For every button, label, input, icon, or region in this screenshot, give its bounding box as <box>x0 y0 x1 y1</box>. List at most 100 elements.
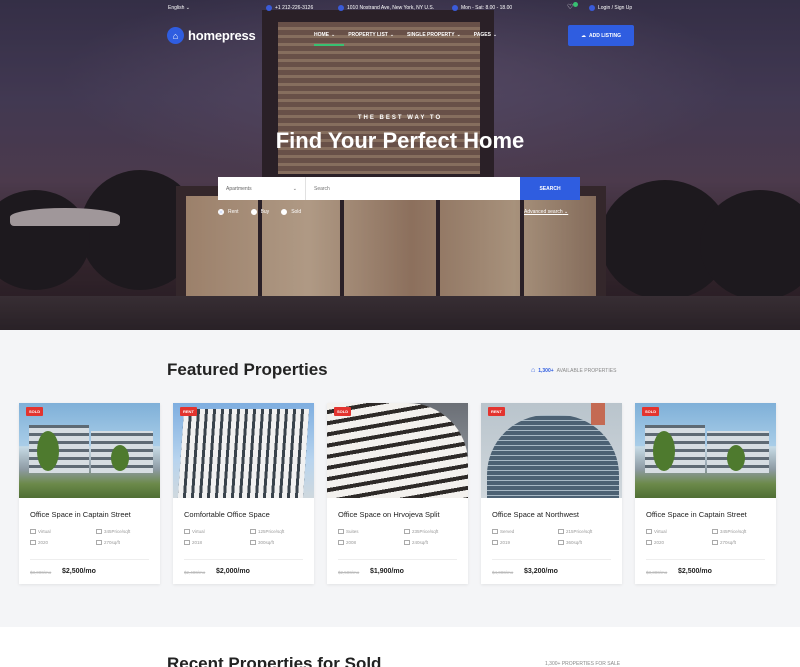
nav-label: HOME <box>314 32 329 38</box>
nav-pages[interactable]: PAGES ⌄ <box>474 32 497 38</box>
calendar-icon <box>646 540 652 545</box>
tag-icon <box>96 529 102 534</box>
logo[interactable]: ⌂ homepress <box>167 27 256 44</box>
property-card[interactable]: SOLD Office Space in Captain Street Virt… <box>19 403 160 584</box>
phone-info: +1 212-226-3126 <box>266 5 313 11</box>
radio-sold[interactable]: Sold <box>281 209 301 215</box>
meta-value: Served <box>500 529 515 534</box>
phone-icon <box>266 5 272 11</box>
radio-label: Sold <box>291 209 302 215</box>
radio-circle <box>218 209 224 215</box>
meta-value: 215Price/sqft <box>566 529 593 534</box>
meta-value: 360sq/ft <box>566 540 583 545</box>
card-title[interactable]: Office Space in Captain Street <box>30 510 131 519</box>
area-icon <box>96 540 102 545</box>
card-title[interactable]: Office Space on Hrvojeva Split <box>338 510 440 519</box>
current-price: $1,900/mo <box>370 568 404 575</box>
meta-value: 2008 <box>346 540 357 545</box>
nav-property-list[interactable]: PROPERTY LIST ⌄ <box>348 32 394 38</box>
meta-area: 270sq/ft <box>712 540 736 545</box>
address-info: 1010 Nostrand Ave, New York, NY U.S. <box>338 5 434 11</box>
meta-type: Virtual <box>646 529 667 534</box>
meta-value: 2018 <box>192 540 203 545</box>
search-input[interactable] <box>306 177 520 200</box>
phone-text: +1 212-226-3126 <box>275 5 314 11</box>
status-badge: SOLD <box>334 407 352 416</box>
property-image[interactable] <box>481 403 622 498</box>
building-icon <box>492 529 498 534</box>
tree <box>111 445 129 471</box>
tag-icon <box>558 529 564 534</box>
radio-circle <box>281 209 288 215</box>
property-image[interactable] <box>635 403 776 498</box>
hours-text: Mon - Sat: 8.00 - 18.00 <box>461 5 513 11</box>
meta-type: Virtual <box>184 529 205 534</box>
status-badge: RENT <box>180 407 197 416</box>
meta-value: 2020 <box>38 540 49 545</box>
tree <box>727 445 745 471</box>
meta-value: 235Price/sqft <box>412 529 439 534</box>
available-count: 1,300+ <box>538 367 554 374</box>
login-link[interactable]: Login / Sign Up <box>589 5 632 11</box>
add-listing-label: ADD LISTING <box>589 32 621 39</box>
meta-value: 345Price/sqft <box>720 529 747 534</box>
card-title[interactable]: Comfortable Office Space <box>184 510 270 519</box>
chevron-down-icon: ⌄ <box>492 32 498 38</box>
chevron-down-icon: ⌄ <box>331 32 336 38</box>
property-card[interactable]: SOLD Office Space in Captain Street Virt… <box>635 403 776 584</box>
nav-single-property[interactable]: SINGLE PROPERTY ⌄ <box>407 32 461 38</box>
search-button[interactable]: SEARCH <box>520 177 580 200</box>
tag-icon <box>404 529 410 534</box>
radio-rent[interactable]: Rent <box>218 209 239 215</box>
recent-section <box>0 627 800 667</box>
radio-label: Rent <box>228 209 239 215</box>
tag-icon <box>250 529 256 534</box>
meta-year: 2018 <box>184 540 202 545</box>
recent-available-label: 1,300+ PROPERTIES FOR SALE <box>545 661 621 667</box>
tree <box>653 431 675 471</box>
status-badge: SOLD <box>642 407 660 416</box>
card-divider <box>646 559 765 560</box>
meta-value: 240sq/ft <box>412 540 429 545</box>
meta-price-sqft: 345Price/sqft <box>96 529 130 534</box>
advanced-search-link[interactable]: Advanced search ⌄ <box>524 209 568 215</box>
meta-value: Suites <box>346 529 359 534</box>
language-selector[interactable]: English ⌄ <box>168 5 190 11</box>
area-icon <box>250 540 256 545</box>
listing-type-radios: Rent Buy Sold <box>218 209 301 215</box>
property-card[interactable]: SOLD Office Space on Hrvojeva Split Suit… <box>327 403 468 584</box>
meta-price-sqft: 125Price/sqft <box>250 529 284 534</box>
card-title[interactable]: Office Space in Captain Street <box>646 510 747 519</box>
featured-title: Featured Properties <box>167 360 328 379</box>
building-icon <box>184 529 190 534</box>
radio-circle <box>250 209 257 215</box>
building <box>487 415 619 498</box>
meta-value: Virtual <box>38 529 51 534</box>
property-card[interactable]: RENT Office Space at Northwest Served 21… <box>481 403 622 584</box>
meta-year: 2019 <box>492 540 510 545</box>
status-badge: SOLD <box>26 407 44 416</box>
cloud-upload-icon: ☁ <box>581 32 587 39</box>
login-text: Login / Sign Up <box>598 5 633 11</box>
meta-area: 240sq/ft <box>404 540 428 545</box>
add-listing-button[interactable]: ☁ ADD LISTING <box>568 25 634 46</box>
topbar: English ⌄ +1 212-226-3126 1010 Nostrand … <box>0 0 800 17</box>
tree <box>37 431 59 471</box>
property-card[interactable]: RENT Comfortable Office Space Virtual 12… <box>173 403 314 584</box>
property-image[interactable] <box>19 403 160 498</box>
radio-buy[interactable]: Buy <box>250 209 269 215</box>
available-properties: ⌂ 1,300+ AVAILABLE PROPERTIES <box>531 367 616 374</box>
property-image[interactable] <box>327 403 468 498</box>
meta-value: 270sq/ft <box>104 540 121 545</box>
card-title[interactable]: Office Space at Northwest <box>492 510 579 519</box>
meta-price-sqft: 235Price/sqft <box>404 529 438 534</box>
meta-price-sqft: 215Price/sqft <box>558 529 592 534</box>
property-type-select[interactable]: Apartments ⌄ <box>218 177 306 200</box>
property-image[interactable] <box>173 403 314 498</box>
meta-value: 2020 <box>654 540 665 545</box>
nav-home[interactable]: HOME ⌄ <box>314 32 345 46</box>
hours-info: Mon - Sat: 8.00 - 18.00 <box>452 5 512 11</box>
building-icon <box>30 529 36 534</box>
meta-value: 270sq/ft <box>720 540 737 545</box>
old-price: $3,000/mo <box>30 570 52 575</box>
